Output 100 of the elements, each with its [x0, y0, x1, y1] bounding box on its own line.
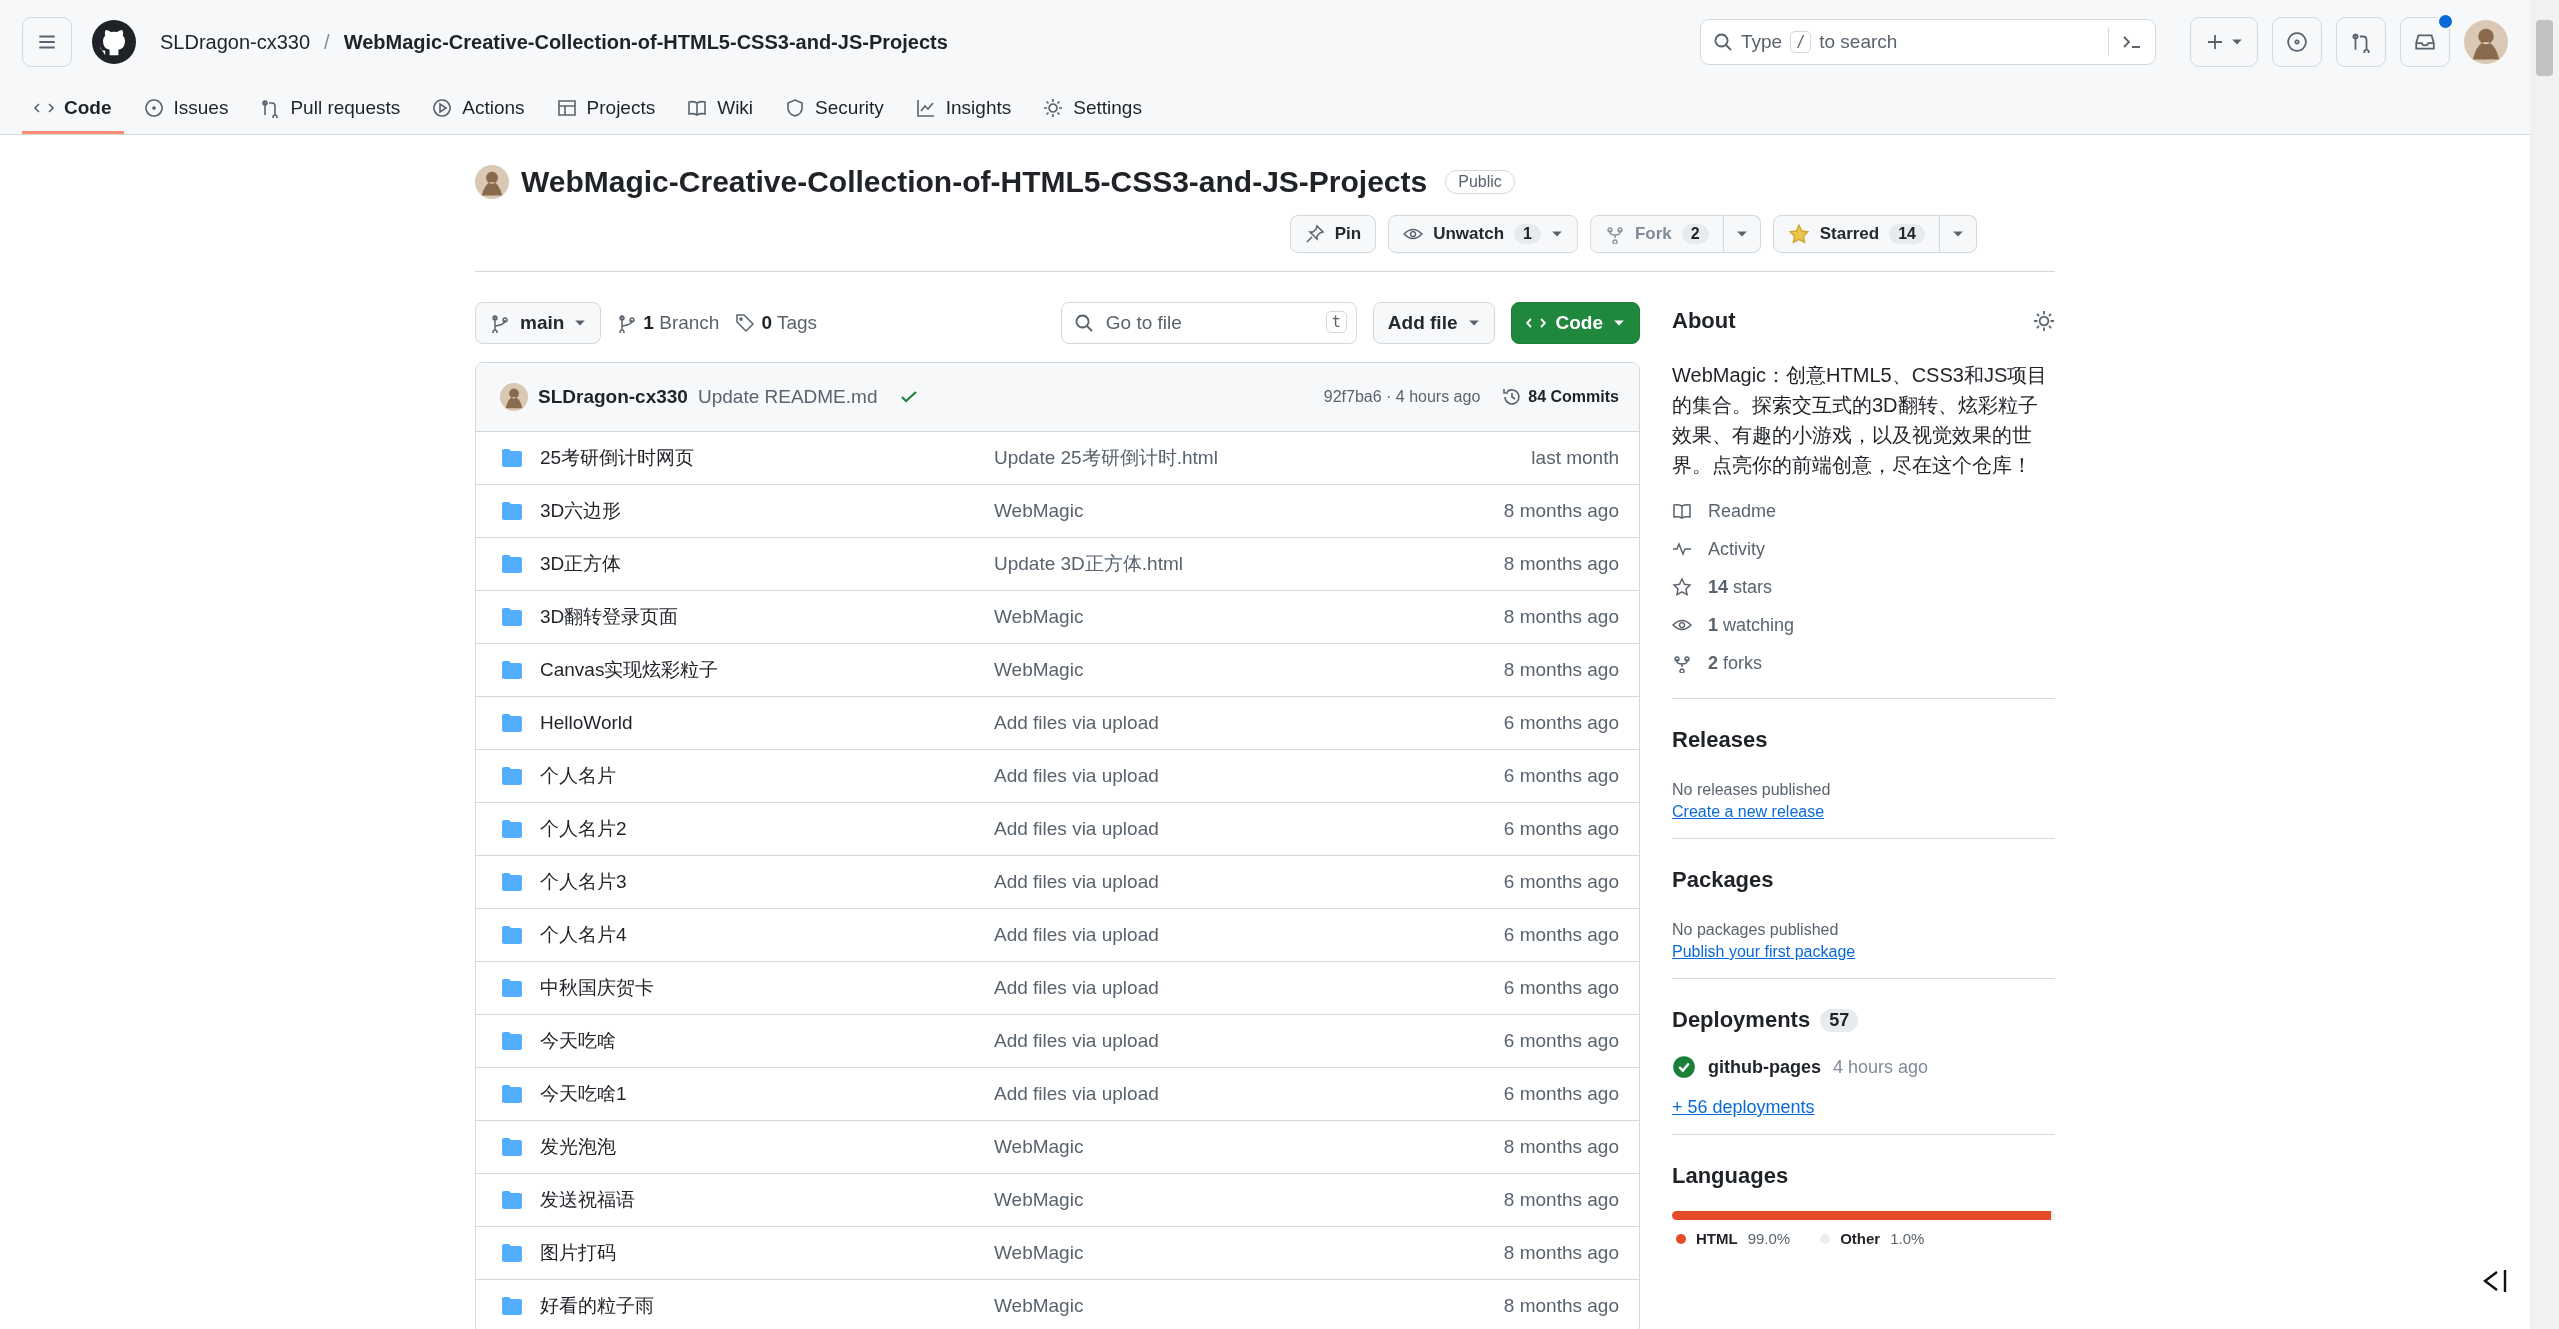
- folder-link[interactable]: 个人名片4: [540, 922, 980, 948]
- commit-message[interactable]: WebMagic: [994, 606, 1490, 628]
- language-name[interactable]: Other: [1840, 1230, 1881, 1247]
- folder-link[interactable]: 个人名片: [540, 763, 980, 789]
- commit-time: 8 months ago: [1503, 1242, 1619, 1264]
- section-title: Packages: [1672, 866, 1775, 894]
- commit-message[interactable]: Add files via upload: [994, 1030, 1490, 1052]
- commit-message[interactable]: WebMagic: [994, 1136, 1490, 1158]
- commit-time: 6 months ago: [1503, 712, 1619, 734]
- folder-link[interactable]: 个人名片2: [540, 816, 980, 842]
- repo-tab[interactable]: Wiki: [675, 84, 766, 134]
- repo-name[interactable]: WebMagic-Creative-Collection-of-HTML5-CSS3-and-JS-Projects: [521, 165, 1428, 199]
- more-deployments-link[interactable]: + 56 deployments: [1672, 1097, 1815, 1118]
- folder-link[interactable]: HelloWorld: [540, 712, 980, 734]
- repo-link[interactable]: WebMagic-Creative-Collection-of-HTML5-CSS3-and-JS-Projects: [343, 30, 948, 54]
- pin-button[interactable]: Pin: [1289, 215, 1377, 253]
- avatar-icon[interactable]: [475, 165, 509, 199]
- folder-link[interactable]: 中秋国庆贺卡: [540, 975, 980, 1001]
- avatar-icon[interactable]: [2464, 20, 2508, 64]
- commit-time: 8 months ago: [1503, 553, 1619, 575]
- section-title: Languages: [1672, 1162, 1790, 1190]
- language-percent: 1.0%: [1890, 1230, 1925, 1247]
- commit-time: 6 months ago: [1503, 818, 1619, 840]
- star-menu-button[interactable]: [1940, 215, 1977, 253]
- commit-message[interactable]: WebMagic: [994, 1189, 1490, 1211]
- folder-link[interactable]: Canvas实现炫彩粒子: [540, 657, 980, 683]
- repo-tab[interactable]: Actions: [420, 84, 537, 134]
- commit-message[interactable]: Update README.md: [697, 386, 878, 408]
- avatar-icon[interactable]: [500, 383, 528, 411]
- branches-link[interactable]: 1 Branch: [617, 312, 720, 334]
- commit-message[interactable]: Add files via upload: [994, 1083, 1490, 1105]
- folder-icon: [502, 714, 522, 732]
- folder-link[interactable]: 今天吃啥: [540, 1028, 980, 1054]
- tags-link[interactable]: 0 Tags: [735, 312, 818, 334]
- folder-link[interactable]: 25考研倒计时网页: [540, 445, 980, 471]
- path-separator: /: [324, 30, 330, 54]
- folder-link[interactable]: 发光泡泡: [540, 1134, 980, 1160]
- folder-link[interactable]: 图片打码: [540, 1240, 980, 1266]
- repo-tab[interactable]: Code: [22, 84, 124, 134]
- commit-hash-time: 92f7ba6 · 4 hours ago: [1323, 388, 1481, 406]
- folder-link[interactable]: 3D正方体: [540, 551, 980, 577]
- commit-message[interactable]: WebMagic: [994, 1242, 1490, 1264]
- commit-message[interactable]: Add files via upload: [994, 977, 1490, 999]
- folder-link[interactable]: 个人名片3: [540, 869, 980, 895]
- repo-tab[interactable]: Issues: [131, 84, 241, 134]
- menu-button[interactable]: [22, 17, 72, 67]
- pin-icon: [1304, 224, 1325, 244]
- commits-link[interactable]: 84 Commits: [1502, 387, 1619, 407]
- publish-package-link[interactable]: Publish your first package: [1672, 943, 1856, 961]
- section-title: About: [1672, 307, 1736, 335]
- folder-link[interactable]: 好看的粒子雨: [540, 1293, 980, 1319]
- commit-message[interactable]: Add files via upload: [994, 712, 1490, 734]
- about-link[interactable]: 2 forks: [1672, 644, 2055, 682]
- folder-icon: [502, 820, 522, 838]
- play-icon: [432, 97, 453, 118]
- about-link[interactable]: Readme: [1672, 492, 2055, 530]
- cat-logo-icon[interactable]: [92, 20, 136, 64]
- star-button[interactable]: Starred 14: [1772, 215, 1940, 253]
- code-button[interactable]: Code: [1510, 302, 1640, 344]
- graph-icon: [915, 97, 936, 118]
- deployment-link[interactable]: github-pages: [1708, 1056, 1821, 1078]
- about-link[interactable]: Activity: [1672, 530, 2055, 568]
- shortcut-key: /: [1790, 31, 1812, 53]
- create-new-button[interactable]: [2190, 17, 2258, 67]
- commit-message[interactable]: WebMagic: [994, 659, 1490, 681]
- repo-tab[interactable]: Projects: [544, 84, 668, 134]
- commit-message[interactable]: Add files via upload: [994, 765, 1490, 787]
- repo-tab[interactable]: Settings: [1031, 84, 1154, 134]
- inbox-button[interactable]: [2400, 17, 2450, 67]
- owner-link[interactable]: SLDragon-cx330: [160, 30, 311, 54]
- commit-time: 6 months ago: [1503, 1083, 1619, 1105]
- repo-tab[interactable]: Insights: [903, 84, 1024, 134]
- commit-message[interactable]: WebMagic: [994, 1295, 1490, 1317]
- create-release-link[interactable]: Create a new release: [1672, 803, 1825, 821]
- folder-link[interactable]: 3D六边形: [540, 498, 980, 524]
- folder-link[interactable]: 发送祝福语: [540, 1187, 980, 1213]
- pull-requests-button[interactable]: [2336, 17, 2386, 67]
- commit-message[interactable]: Add files via upload: [994, 924, 1490, 946]
- commit-time: 8 months ago: [1503, 500, 1619, 522]
- search-field[interactable]: Type / to search: [1700, 19, 2156, 65]
- commit-message[interactable]: Add files via upload: [994, 871, 1490, 893]
- commit-message[interactable]: Update 3D正方体.html: [994, 551, 1490, 577]
- language-name[interactable]: HTML: [1696, 1230, 1738, 1247]
- branch-select[interactable]: main: [475, 302, 602, 344]
- repo-tab[interactable]: Security: [773, 84, 896, 134]
- table-icon: [556, 97, 577, 118]
- scrollbar[interactable]: [2530, 0, 2559, 1329]
- fork-icon: [1672, 653, 1692, 673]
- add-file-button[interactable]: Add file: [1372, 302, 1495, 344]
- folder-link[interactable]: 3D翻转登录页面: [540, 604, 980, 630]
- commit-message[interactable]: Update 25考研倒计时.html: [994, 445, 1518, 471]
- commit-author[interactable]: SLDragon-cx330: [538, 386, 688, 408]
- folder-link[interactable]: 今天吃啥1: [540, 1081, 980, 1107]
- unwatch-button[interactable]: Unwatch 1: [1388, 215, 1578, 253]
- issues-button[interactable]: [2272, 17, 2322, 67]
- about-link[interactable]: 14 stars: [1672, 568, 2055, 606]
- commit-message[interactable]: WebMagic: [994, 500, 1490, 522]
- commit-message[interactable]: Add files via upload: [994, 818, 1490, 840]
- about-link[interactable]: 1 watching: [1672, 606, 2055, 644]
- repo-tab[interactable]: Pull requests: [248, 84, 413, 134]
